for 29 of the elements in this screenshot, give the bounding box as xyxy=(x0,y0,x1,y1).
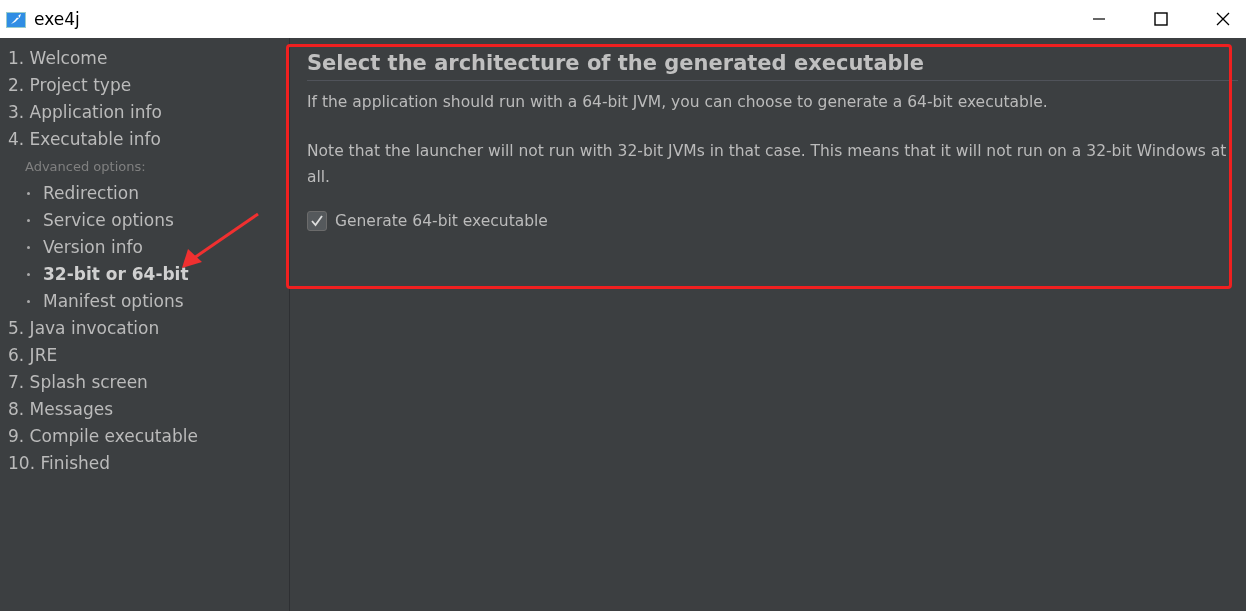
sidebar-item[interactable]: 10. Finished xyxy=(8,450,289,477)
sidebar-item[interactable]: Redirection xyxy=(43,180,139,207)
sidebar-item[interactable]: 32-bit or 64-bit xyxy=(43,261,189,288)
sidebar-item[interactable]: 5. Java invocation xyxy=(8,315,289,342)
sidebar-item[interactable]: 2. Project type xyxy=(8,72,289,99)
sidebar-item[interactable]: 1. Welcome xyxy=(8,45,289,72)
bullet-icon xyxy=(27,219,30,222)
section-label: Advanced options: xyxy=(24,158,147,176)
sidebar-item[interactable]: 8. Messages xyxy=(8,396,289,423)
sidebar-item[interactable]: Service options xyxy=(43,207,174,234)
bullet-icon xyxy=(27,300,30,303)
checkbox-label[interactable]: Generate 64-bit executable xyxy=(335,212,548,230)
sidebar-item[interactable]: 3. Application info xyxy=(8,99,289,126)
sidebar-item[interactable]: 4. Executable info xyxy=(8,126,289,153)
close-icon[interactable] xyxy=(1216,12,1230,26)
bullet-icon xyxy=(27,246,30,249)
sidebar-item[interactable]: 6. JRE xyxy=(8,342,289,369)
checkbox[interactable] xyxy=(307,211,327,231)
section-heading: Select the architecture of the generated executable xyxy=(307,50,926,77)
sidebar-item[interactable]: Version info xyxy=(43,234,143,261)
maximize-icon[interactable] xyxy=(1154,12,1168,26)
description-text: If the application should run with a 64-bit JVM, you can choose to generate a 64-bit executable. xyxy=(307,92,1049,113)
sidebar-item[interactable]: 9. Compile executable xyxy=(8,423,289,450)
bullet-icon xyxy=(27,192,30,195)
bullet-icon xyxy=(27,273,30,276)
sidebar-item[interactable]: Manifest options xyxy=(43,288,184,315)
window-title: exe4j xyxy=(34,9,80,29)
description-text: Note that the launcher will not run with 32-bit JVMs in that case. This means that it will not run on a 32-bit Windows at all. xyxy=(307,141,1228,188)
sidebar-item[interactable]: 7. Splash screen xyxy=(8,369,289,396)
